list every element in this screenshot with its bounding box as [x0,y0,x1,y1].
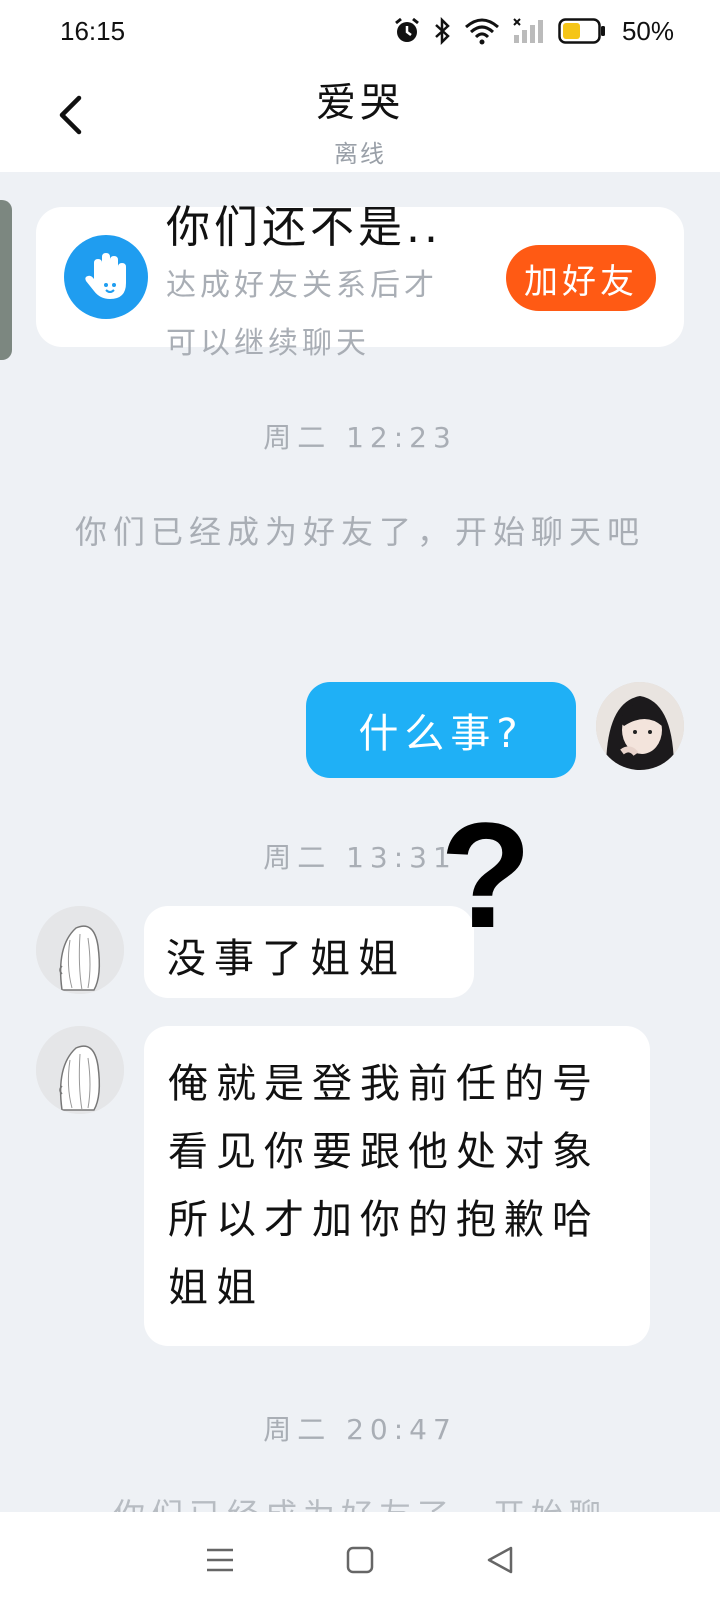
add-friend-button[interactable]: 加好友 [506,245,656,311]
peer-avatar[interactable] [36,1026,124,1114]
alarm-icon [394,17,420,45]
add-friend-banner: 你们还不是.. 达成好友关系后才可以继续聊天 加好友 [36,202,684,361]
timestamp: 周二 12:23 [263,421,457,454]
self-avatar[interactable] [596,682,684,770]
banner-title: 你们还不是.. [166,202,442,253]
timestamp: 周二 20:47 [263,1413,457,1446]
back-nav-button[interactable] [470,1532,530,1592]
question-mark-overlay: ? [440,791,532,959]
signal-icon [512,17,546,45]
system-nav-bar [0,1512,720,1612]
battery-icon [558,18,606,44]
timestamp: 周二 13:31 [263,841,457,874]
banner-description: 达成好友关系后才可以继续聊天 [166,268,438,361]
incoming-message-bubble[interactable]: 俺就是登我前任的号看见你要跟他处对象所以才加你的抱歉哈姐姐 [144,1026,650,1346]
incoming-message-bubble[interactable]: 没事了姐姐 [144,906,474,998]
system-message: 你们已经成为好友了，开始聊天吧 [74,513,645,551]
hand-wave-icon [64,235,148,319]
contact-status: 离线 [334,140,386,168]
chat-header: 爱哭 离线 [0,62,720,172]
home-button[interactable] [330,1532,390,1592]
edge-handle[interactable] [0,200,12,360]
outgoing-message-bubble[interactable]: 什么事? [306,682,576,778]
status-time: 16:15 [60,15,126,46]
system-message-partial: 你们已经成为好友了，开始聊 [70,1490,650,1514]
back-triangle-icon [485,1545,515,1579]
status-bar: 16:15 50% [0,0,720,62]
menu-button[interactable] [190,1532,250,1592]
contact-name: 爱哭 [316,80,404,126]
peer-avatar[interactable] [36,906,124,994]
wifi-icon [464,17,500,45]
status-icons: 50% [394,16,674,47]
bluetooth-icon [432,17,452,45]
home-icon [345,1545,375,1579]
menu-icon [205,1546,235,1578]
battery-percentage: 50% [621,15,674,46]
